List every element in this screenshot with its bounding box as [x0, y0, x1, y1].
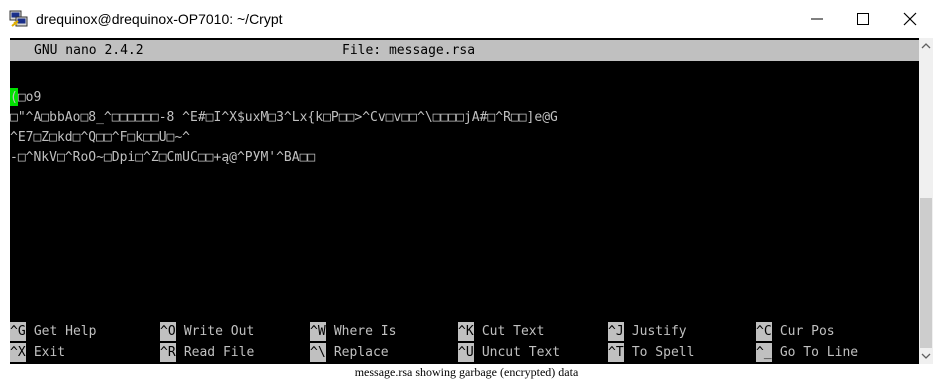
content-line-2: □"^A□bbAo□8_^□□□□□□-8 ^E#□I^X$uxM□3^Lx{k… — [10, 110, 558, 125]
shortcut-justify: ^J Justify — [608, 322, 687, 341]
shortcut-replace: ^\ Replace — [310, 343, 389, 362]
vertical-scrollbar[interactable] — [919, 38, 933, 364]
terminal-window: drequinox@drequinox-OP7010: ~/Crypt GNU … — [0, 0, 933, 364]
maximize-icon — [857, 13, 869, 25]
shortcut-to-spell: ^T To Spell — [608, 343, 695, 362]
content-line-3: ^E7□Z□kd□^Q□□^F□k□□U□~^ — [10, 130, 191, 145]
scroll-up-button[interactable] — [919, 38, 933, 54]
nano-header-bar: GNU nano 2.4.2 File: message.rsa — [10, 40, 919, 61]
shortcut-write-out: ^O Write Out — [160, 322, 255, 341]
shortcut-go-to-line: ^_ Go To Line — [756, 343, 859, 362]
shortcut-get-help: ^G Get Help — [10, 322, 97, 341]
scroll-thumb[interactable] — [920, 198, 932, 348]
figure-caption: message.rsa showing garbage (encrypted) … — [354, 365, 579, 379]
shortcut-where-is: ^W Where Is — [310, 322, 397, 341]
shortcut-cut-text: ^K Cut Text — [458, 322, 545, 341]
title-bar[interactable]: drequinox@drequinox-OP7010: ~/Crypt — [0, 0, 933, 38]
content-line-1: (□o9 — [10, 90, 42, 105]
close-button[interactable] — [887, 0, 933, 38]
shortcut-uncut-text: ^U Uncut Text — [458, 343, 561, 362]
shortcut-exit: ^X Exit — [10, 343, 66, 362]
scroll-down-button[interactable] — [919, 348, 933, 364]
window-title: drequinox@drequinox-OP7010: ~/Crypt — [36, 11, 283, 27]
content-line-4: -□^NkV□^RoO~□Dpi□^Z□CmUC□□+ą@^PУM'^BA□□ — [10, 150, 316, 165]
minimize-icon — [811, 18, 823, 20]
shortcut-read-file: ^R Read File — [160, 343, 255, 362]
close-icon — [903, 12, 917, 26]
minimize-button[interactable] — [794, 0, 840, 38]
chevron-down-icon — [921, 353, 931, 359]
putty-icon — [9, 10, 28, 27]
chevron-up-icon — [921, 43, 931, 49]
nano-version: GNU nano 2.4.2 — [34, 43, 144, 58]
nano-file-label: File: message.rsa — [342, 43, 476, 58]
maximize-button[interactable] — [840, 0, 886, 38]
terminal-screen[interactable]: GNU nano 2.4.2 File: message.rsa (□o9 □"… — [10, 38, 919, 364]
shortcut-cur-pos: ^C Cur Pos — [756, 322, 835, 341]
